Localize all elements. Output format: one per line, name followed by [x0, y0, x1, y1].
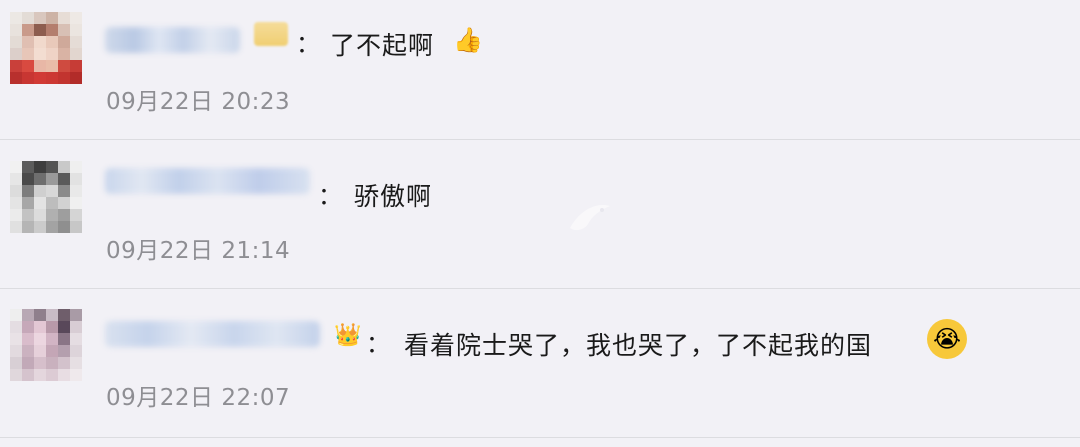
comment-item: 👑 ： 看着院士哭了，我也哭了，了不起我的国 😭 09月22日 22:07 [0, 291, 1080, 439]
separator-colon: ： [366, 330, 390, 358]
separator-colon: ： [318, 182, 342, 210]
comment-item: ： 了不起啊 👍 09月22日 20:23 [0, 0, 1080, 148]
bird-logo-icon [570, 204, 610, 231]
divider [0, 139, 1080, 140]
divider [0, 288, 1080, 289]
comment-text: 了不起啊 [330, 31, 435, 60]
comment-text: 骄傲啊 [354, 182, 433, 211]
username-redacted[interactable] [105, 321, 320, 347]
comment-text: 看着院士哭了，我也哭了，了不起我的国 [404, 331, 873, 360]
username-redacted[interactable] [105, 168, 310, 194]
crown-badge-icon: 👑 [334, 322, 362, 348]
divider [0, 437, 1080, 438]
thumbs-up-icon: 👍 [453, 26, 483, 54]
separator-colon: ： [296, 30, 320, 58]
avatar[interactable] [10, 12, 82, 86]
comment-timestamp: 09月22日 21:14 [106, 238, 291, 264]
avatar[interactable] [10, 161, 82, 235]
watermark-logo-icon [466, 198, 616, 248]
crying-face-icon: 😭 [927, 319, 967, 359]
comment-timestamp: 09月22日 20:23 [106, 89, 291, 115]
username-redacted[interactable] [105, 27, 240, 53]
avatar[interactable] [10, 309, 82, 385]
member-badge-icon [254, 22, 288, 46]
comment-timestamp: 09月22日 22:07 [106, 385, 291, 411]
